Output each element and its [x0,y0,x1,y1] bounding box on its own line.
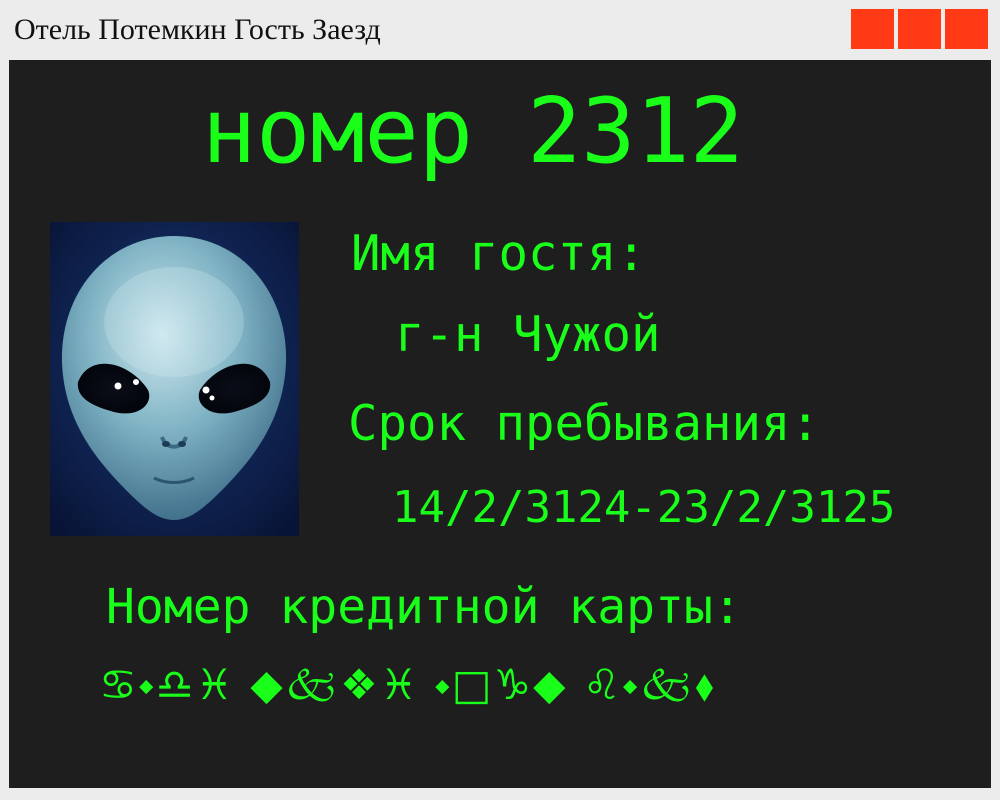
close-button[interactable] [945,9,988,49]
stay-period-label: Срок пребывания: [348,395,821,452]
window-titlebar: Отель Потемкин Гость Заезд [0,0,1000,58]
maximize-button[interactable] [898,9,941,49]
guest-photo [50,222,299,536]
checkin-screen: номер 2312 Имя гостя: г-н Чужой Срок пре… [9,60,991,788]
guest-name-value: г-н Чужой [395,306,661,363]
stay-period-value: 14/2/3124-23/2/3125 [392,482,896,533]
guest-name-label: Имя гостя: [351,225,647,282]
credit-card-label: Номер кредитной карты: [106,579,742,635]
credit-card-value: ♋⬩♎♓ ◆🙵❖♓ ⬩□♑◆ ♌⬩🙵⬧ [99,660,716,709]
room-number-title: номер 2312 [202,79,744,184]
window-title: Отель Потемкин Гость Заезд [14,13,381,46]
minimize-button[interactable] [851,9,894,49]
alien-face-icon [50,222,299,536]
